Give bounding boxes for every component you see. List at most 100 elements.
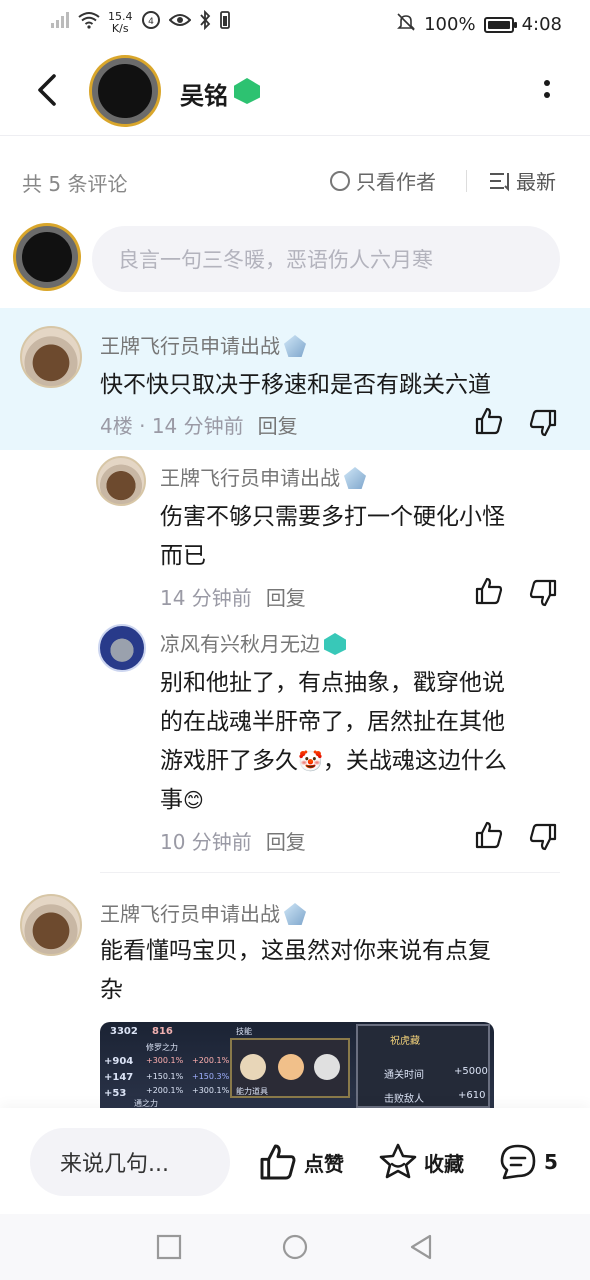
- comment-username[interactable]: 王牌飞行员申请出战: [100, 330, 306, 359]
- back-button[interactable]: [30, 70, 66, 110]
- my-avatar: [16, 226, 78, 288]
- image-stat: 3302: [110, 1026, 138, 1037]
- clock-time: 4:08: [521, 14, 562, 35]
- comment-time: 10 分钟前: [160, 830, 252, 854]
- clown-emoji-icon: 🤡: [298, 749, 323, 773]
- recents-button[interactable]: [156, 1234, 182, 1260]
- vibrate-battery-icon: [219, 10, 231, 35]
- image-label: 祝虎藏: [390, 1036, 420, 1047]
- dislike-button[interactable]: [528, 822, 558, 852]
- image-value: +5000: [454, 1066, 488, 1077]
- speed-unit: K/s: [111, 21, 129, 35]
- thumbs-up-icon: [475, 821, 503, 849]
- comment-meta: 14 分钟前 回复: [160, 582, 306, 611]
- comment-text: 快不快只取决于移速和是否有跳关六道: [100, 372, 491, 398]
- like-post-button[interactable]: 点赞: [258, 1142, 344, 1182]
- collect-button[interactable]: 收藏: [378, 1142, 464, 1182]
- image-label: 修罗之力: [146, 1043, 178, 1052]
- image-value: +150.1%: [146, 1072, 184, 1081]
- battery-percent: 100%: [424, 14, 476, 35]
- avatar[interactable]: [96, 456, 146, 506]
- thumbs-down-icon: [529, 579, 557, 607]
- bottom-action-bar: 来说几句... 点赞 收藏 5: [0, 1108, 590, 1214]
- more-vertical-icon: [544, 80, 550, 86]
- image-value: +150.3%: [192, 1072, 230, 1081]
- comment-count: 共 5 条评论: [22, 172, 128, 196]
- circle-icon: [282, 1234, 308, 1260]
- comment-username[interactable]: 凉风有兴秋月无边: [160, 628, 346, 657]
- sort-label: 最新: [516, 170, 556, 194]
- comment-username[interactable]: 王牌飞行员申请出战: [100, 898, 306, 927]
- bottom-comment-input[interactable]: 来说几句...: [30, 1128, 230, 1196]
- collect-label: 收藏: [424, 1151, 464, 1176]
- username-text: 王牌飞行员申请出战: [160, 466, 340, 490]
- battery-fill: [487, 20, 510, 29]
- comment-input[interactable]: 良言一句三冬暖，恶语伤人六月寒: [92, 226, 560, 292]
- comment-toolbar: 共 5 条评论 只看作者 最新: [0, 160, 590, 200]
- svg-text:4: 4: [148, 17, 154, 27]
- comments-button[interactable]: 5: [498, 1142, 558, 1182]
- status-bar: 15.4 K/s 4 100% 4:08: [0, 0, 590, 46]
- comment-line: 杂: [100, 977, 123, 1003]
- battery-icon: [483, 16, 517, 33]
- thumbs-up-icon: [475, 407, 503, 435]
- wifi-icon: [78, 11, 100, 34]
- image-value: +200.1%: [146, 1086, 184, 1095]
- dislike-button[interactable]: [528, 408, 558, 438]
- avatar[interactable]: [20, 326, 82, 388]
- mute-icon: [396, 12, 416, 37]
- back-nav-button[interactable]: [408, 1234, 434, 1260]
- comment-time: 14 分钟前: [160, 586, 252, 610]
- like-button[interactable]: [474, 576, 504, 606]
- comment-line: 事: [160, 787, 183, 813]
- star-icon: [379, 1143, 417, 1179]
- username-text: 凉风有兴秋月无边: [160, 632, 320, 656]
- comment-text: 伤害不够只需要多打一个硬化小怪 而已: [160, 498, 505, 576]
- home-button[interactable]: [282, 1234, 308, 1260]
- comment-text: 能看懂吗宝贝，这虽然对你来说有点复 杂: [100, 932, 491, 1010]
- comment-item: 王牌飞行员申请出战 快不快只取决于移速和是否有跳关六道 4楼 · 14 分钟前回…: [0, 308, 590, 450]
- eye-icon: [168, 12, 191, 33]
- comment-line: 能看懂吗宝贝，这虽然对你来说有点复: [100, 938, 491, 964]
- system-nav-bar: [0, 1214, 590, 1280]
- comment-line: 游戏肝了多久: [160, 748, 298, 774]
- like-button[interactable]: [474, 406, 504, 436]
- like-button[interactable]: [474, 820, 504, 850]
- thumbs-down-icon: [529, 823, 557, 851]
- reply-item: 凉风有兴秋月无边 别和他扯了，有点抽象，戳穿他说 的在战魂半肝帝了，居然扯在其他…: [0, 620, 590, 870]
- author-name[interactable]: 吴铭: [180, 76, 228, 111]
- compose-row: 良言一句三冬暖，恶语伤人六月寒: [0, 222, 590, 298]
- image-label: 通关时间: [384, 1070, 424, 1081]
- sort-button[interactable]: 最新: [488, 166, 556, 195]
- comment-meta: 10 分钟前 回复: [160, 826, 306, 855]
- triangle-back-icon: [410, 1234, 432, 1260]
- comment-line: 别和他扯了，有点抽象，戳穿他说: [160, 670, 505, 696]
- chat-bubble-icon: [500, 1144, 536, 1180]
- dislike-button[interactable]: [528, 578, 558, 608]
- chevron-left-icon: [38, 74, 56, 106]
- reply-button[interactable]: 回复: [258, 414, 298, 438]
- thumbs-up-icon: [475, 577, 503, 605]
- comment-image[interactable]: 3302 816 修罗之力 +904 +147 +53 +300.1% +200…: [100, 1022, 494, 1108]
- radio-circle-icon: [330, 170, 350, 191]
- smile-emoji-icon: 😊: [183, 788, 204, 812]
- comment-count-badge: 5: [544, 1150, 558, 1174]
- more-options-button[interactable]: [542, 80, 552, 104]
- comment-line: 而已: [160, 543, 206, 569]
- image-label: 能力道具: [236, 1087, 268, 1096]
- avatar[interactable]: [98, 624, 146, 672]
- author-avatar[interactable]: [92, 58, 158, 124]
- username-text: 王牌飞行员申请出战: [100, 902, 280, 926]
- user-badge-icon: [284, 903, 306, 925]
- post-header: 吴铭: [0, 46, 590, 136]
- reply-button[interactable]: 回复: [266, 586, 306, 610]
- comment-text: 别和他扯了，有点抽象，戳穿他说 的在战魂半肝帝了，居然扯在其他 游戏肝了多久🤡，…: [160, 664, 507, 820]
- username-text: 王牌飞行员申请出战: [100, 334, 280, 358]
- image-value: +300.1%: [146, 1056, 184, 1065]
- comment-username[interactable]: 王牌飞行员申请出战: [160, 462, 366, 491]
- avatar[interactable]: [20, 894, 82, 956]
- only-author-toggle[interactable]: 只看作者: [330, 166, 436, 195]
- signal-icon: [50, 11, 70, 34]
- image-skill-panel: 技能 能力道具: [230, 1027, 350, 1098]
- reply-button[interactable]: 回复: [266, 830, 306, 854]
